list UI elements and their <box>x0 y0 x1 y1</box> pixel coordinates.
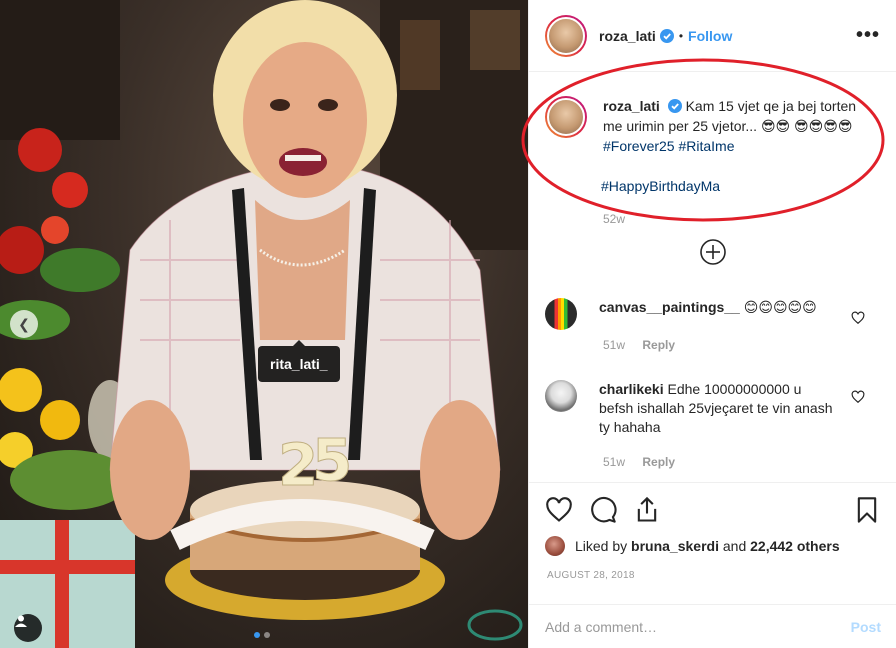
post-photo[interactable]: 2 5 ❮ rita_lati_ <box>0 0 528 648</box>
caption-timestamp: 52w <box>603 212 626 226</box>
hashtag-link[interactable]: #HappyBirthdayMa <box>601 176 720 196</box>
add-comment-bar: Post <box>529 604 896 648</box>
post-caption: roza_lati Kam 15 vjet qe ja bej torten m… <box>545 96 875 156</box>
reply-button[interactable]: Reply <box>642 455 675 469</box>
comment-time: 51w <box>603 338 626 352</box>
heart-icon[interactable] <box>545 496 573 524</box>
more-icon[interactable]: ••• <box>856 24 880 47</box>
carousel-dots <box>254 632 270 638</box>
likes-summary: Liked by bruna_skerdi and 22,442 others <box>545 536 840 556</box>
author-avatar[interactable] <box>545 14 587 57</box>
liker-avatar[interactable] <box>545 536 565 556</box>
chevron-left-icon: ❮ <box>18 315 30 332</box>
post-comment-button[interactable]: Post <box>851 619 881 635</box>
commenter-username[interactable]: charlikeki <box>599 381 664 397</box>
caption-author-avatar[interactable] <box>545 96 587 138</box>
commenter-username[interactable]: canvas__paintings__ <box>599 299 740 315</box>
verified-icon <box>667 99 682 113</box>
caption-hashtag-line: #HappyBirthdayMa <box>601 176 720 196</box>
comment-item: canvas__paintings__ 😊😊😊😊😊 <box>545 298 875 330</box>
carousel-dot <box>264 632 270 638</box>
separator-dot: • <box>678 28 684 43</box>
liker-username[interactable]: bruna_skerdi <box>631 538 719 554</box>
comment-meta: 51w Reply <box>603 338 675 352</box>
carousel-prev-button[interactable]: ❮ <box>10 310 38 338</box>
likes-prefix: Liked by <box>575 538 628 554</box>
bookmark-icon[interactable] <box>853 496 881 524</box>
hashtag-link[interactable]: #Forever25 <box>603 138 675 154</box>
photo-user-tag[interactable]: rita_lati_ <box>258 340 340 382</box>
commenter-avatar[interactable] <box>545 380 577 412</box>
post-date: AUGUST 28, 2018 <box>547 570 635 581</box>
commenter-avatar[interactable] <box>545 298 577 330</box>
photo-illustration: 2 5 <box>0 0 528 648</box>
comment-icon[interactable] <box>589 496 617 524</box>
author-username[interactable]: roza_lati <box>599 28 656 44</box>
caption-username[interactable]: roza_lati <box>603 98 660 114</box>
follow-button[interactable]: Follow <box>688 28 732 44</box>
reply-button[interactable]: Reply <box>642 338 675 352</box>
person-icon <box>15 615 27 627</box>
user-tag-icon[interactable] <box>14 614 42 642</box>
share-icon[interactable] <box>633 496 661 524</box>
heart-icon[interactable] <box>851 311 865 325</box>
carousel-dot-active <box>254 632 260 638</box>
svg-text:5: 5 <box>312 426 352 494</box>
caption-body: roza_lati Kam 15 vjet qe ja bej torten m… <box>603 96 875 156</box>
hashtag-link[interactable]: #RitaIme <box>678 138 734 154</box>
comment-item: charlikeki Edhe 10000000000 u befsh isha… <box>545 380 875 437</box>
heart-icon[interactable] <box>851 390 865 404</box>
likes-others-link[interactable]: 22,442 others <box>750 538 840 554</box>
verified-icon <box>659 28 674 43</box>
comment-input[interactable] <box>545 618 851 635</box>
post-sidebar: roza_lati • Follow ••• roza_lati Kam 15 … <box>521 0 896 648</box>
comment-time: 51w <box>603 455 626 469</box>
likes-and: and <box>722 538 747 554</box>
load-more-icon[interactable] <box>699 238 727 266</box>
comment-text: 😊😊😊😊😊 <box>743 299 817 315</box>
divider <box>529 482 896 483</box>
post-header: roza_lati • Follow ••• <box>529 0 896 72</box>
comment-meta: 51w Reply <box>603 455 675 469</box>
action-bar <box>545 496 881 528</box>
